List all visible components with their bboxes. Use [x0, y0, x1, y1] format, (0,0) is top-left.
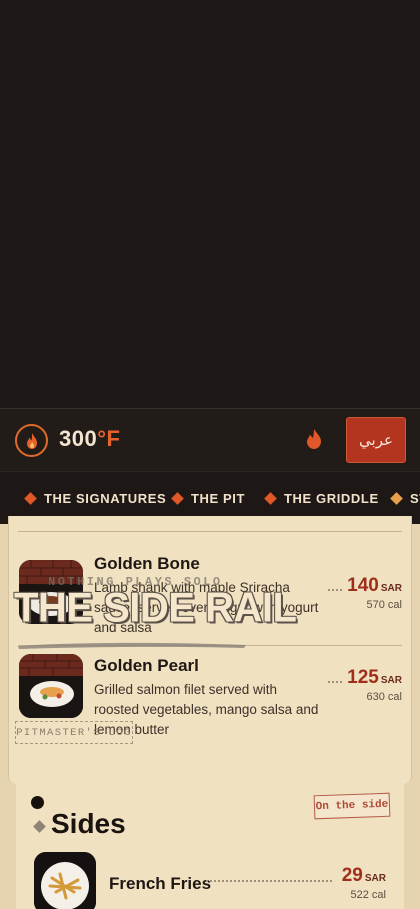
price-currency: SAR — [364, 873, 386, 884]
dish-price: 140 SAR 570 cal — [347, 575, 402, 611]
divider — [18, 531, 402, 532]
diamond-icon — [264, 491, 277, 505]
sides-title: Sides — [51, 808, 126, 839]
top-blank-area — [0, 0, 420, 408]
temperature-value: 300 — [59, 426, 98, 451]
price-currency: SAR — [380, 675, 402, 686]
side-price: 29 SAR 522 cal — [342, 865, 386, 901]
nav-item-more[interactable]: ST — [390, 487, 420, 509]
price-amount: 29 — [341, 865, 363, 886]
nav-item-pit[interactable]: THE PIT — [171, 487, 246, 509]
dish-price: 125 SAR 630 cal — [347, 667, 402, 703]
diamond-icon — [171, 491, 184, 505]
price-leader — [328, 589, 342, 591]
price-amount: 125 — [347, 667, 379, 688]
section-title: THE SIDE RAIL — [14, 584, 297, 632]
nav-item-signatures[interactable]: THE SIGNATURES — [24, 487, 167, 509]
flame-button[interactable] — [304, 428, 324, 450]
nav-item-label: THE SIGNATURES — [44, 490, 167, 506]
fries-illustration — [34, 852, 96, 909]
diamond-icon — [390, 491, 403, 505]
temperature-display: 300°F — [59, 424, 120, 454]
language-toggle-button[interactable]: عربي — [346, 417, 406, 463]
dish-image[interactable] — [19, 654, 83, 718]
temperature-unit: °F — [97, 426, 121, 451]
price-leader — [206, 880, 332, 882]
dish-name: Golden Pearl — [94, 656, 199, 675]
nav-item-label: ST — [410, 490, 420, 506]
side-name: French Fries — [109, 874, 212, 893]
calories: 522 cal — [350, 889, 386, 901]
pitmaster-log-stamp[interactable]: PITMASTER'S LOG — [15, 721, 133, 744]
calories: 630 cal — [366, 691, 402, 703]
logo-badge[interactable] — [15, 424, 48, 457]
diamond-icon — [24, 491, 37, 505]
brush-underline — [18, 642, 246, 649]
calories: 570 cal — [366, 599, 402, 611]
nav-item-griddle[interactable]: THE GRIDDLE — [264, 487, 379, 509]
price-currency: SAR — [380, 583, 402, 594]
salmon-dish-illustration — [19, 654, 83, 718]
on-the-side-badge: On the side — [313, 792, 391, 820]
side-image[interactable] — [34, 852, 96, 909]
flame-icon — [307, 429, 321, 449]
bullet-dot — [31, 796, 44, 809]
flame-icon — [26, 432, 37, 449]
nav-item-label: THE GRIDDLE — [284, 490, 379, 506]
price-leader — [328, 681, 342, 683]
dish-name: Golden Bone — [94, 554, 200, 573]
nav-item-label: THE PIT — [191, 490, 246, 506]
price-amount: 140 — [347, 575, 379, 596]
